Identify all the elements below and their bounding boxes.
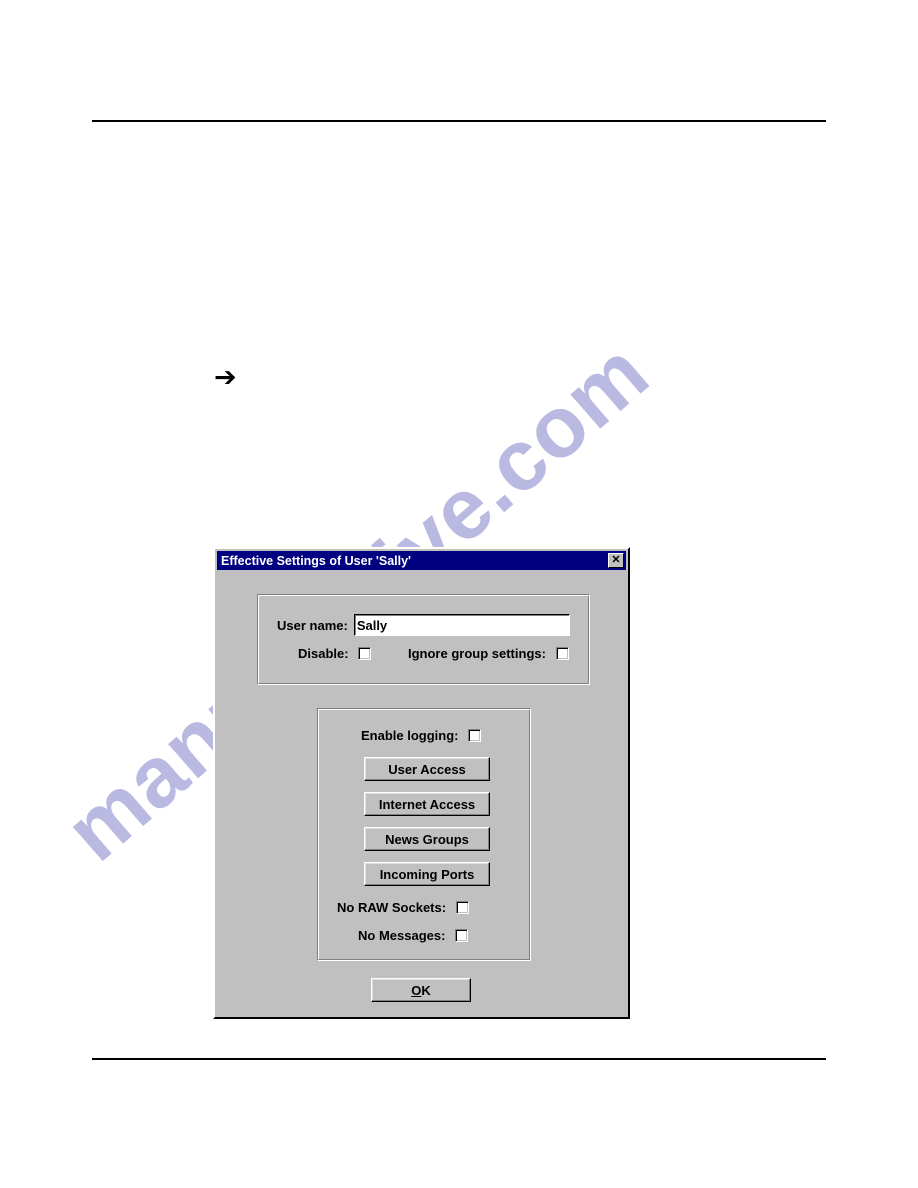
ok-button-accel: O bbox=[411, 982, 422, 998]
ignore-group-settings-label: Ignore group settings: bbox=[408, 646, 546, 661]
ignore-group-settings-checkbox[interactable] bbox=[555, 647, 569, 660]
no-messages-row: No Messages: bbox=[358, 928, 469, 943]
page-footer-rule bbox=[92, 1058, 826, 1060]
disable-row: Disable: bbox=[298, 646, 371, 661]
close-icon[interactable]: ✕ bbox=[608, 553, 624, 568]
disable-label: Disable: bbox=[298, 646, 349, 661]
ignore-group-settings-row: Ignore group settings: bbox=[408, 646, 569, 661]
ok-button[interactable]: OK bbox=[371, 978, 471, 1002]
no-messages-label: No Messages: bbox=[358, 928, 446, 943]
dialog-title-bar[interactable]: Effective Settings of User 'Sally' ✕ bbox=[217, 551, 626, 570]
enable-logging-row: Enable logging: bbox=[361, 728, 481, 743]
no-raw-sockets-checkbox[interactable] bbox=[456, 901, 470, 914]
disable-checkbox[interactable] bbox=[357, 647, 371, 660]
no-raw-sockets-label: No RAW Sockets: bbox=[337, 900, 447, 915]
user-access-button[interactable]: User Access bbox=[364, 757, 490, 781]
username-row: User name: bbox=[277, 614, 570, 636]
no-raw-sockets-row: No RAW Sockets: bbox=[337, 900, 470, 915]
page-header-rule bbox=[92, 120, 826, 122]
effective-settings-dialog: Effective Settings of User 'Sally' ✕ Use… bbox=[213, 547, 630, 1019]
enable-logging-checkbox[interactable] bbox=[467, 729, 481, 742]
enable-logging-label: Enable logging: bbox=[361, 728, 459, 743]
incoming-ports-button[interactable]: Incoming Ports bbox=[364, 862, 490, 886]
identity-group-bevel bbox=[258, 595, 589, 684]
no-messages-checkbox[interactable] bbox=[455, 929, 469, 942]
permissions-group-box: Enable logging: User Access Internet Acc… bbox=[317, 708, 531, 961]
arrow-bullet-icon: ➔ bbox=[214, 362, 237, 393]
username-input[interactable] bbox=[353, 614, 570, 636]
username-label: User name: bbox=[277, 617, 348, 633]
dialog-title: Effective Settings of User 'Sally' bbox=[221, 553, 412, 568]
internet-access-button[interactable]: Internet Access bbox=[364, 792, 490, 816]
ok-button-rest: K bbox=[421, 982, 431, 998]
identity-group-box: User name: Disable: Ignore group setting… bbox=[257, 594, 590, 685]
news-groups-button[interactable]: News Groups bbox=[364, 827, 490, 851]
